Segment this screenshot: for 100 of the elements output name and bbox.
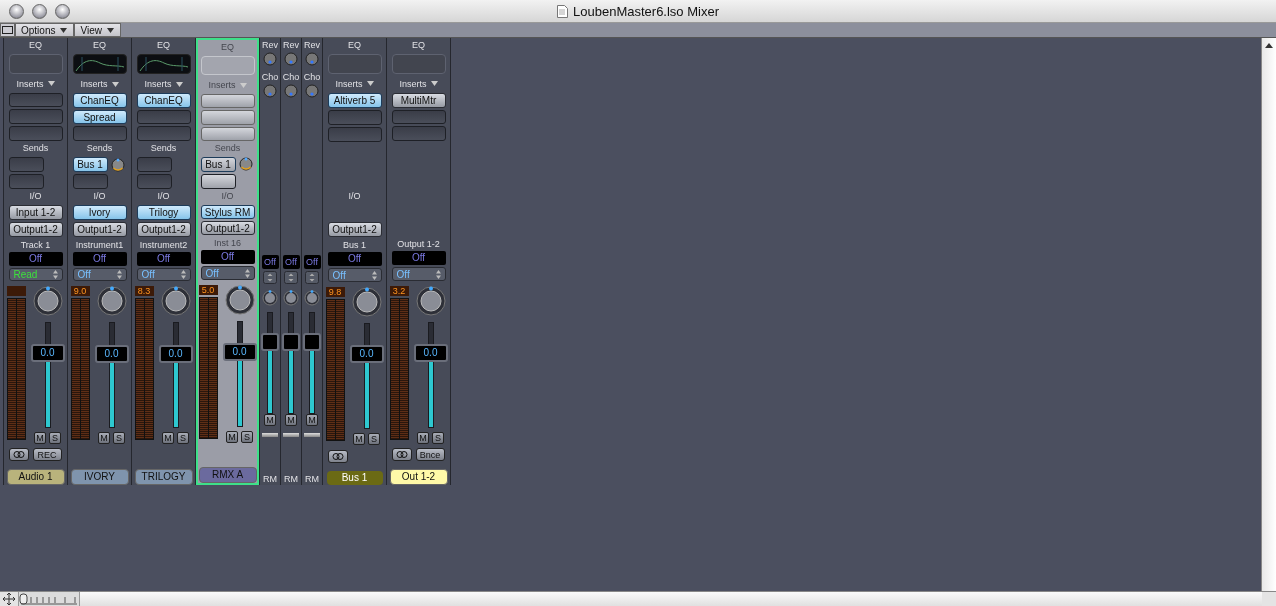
pan-knob[interactable] — [351, 287, 382, 318]
fader-thumb[interactable] — [261, 333, 279, 351]
channel-strip[interactable]: EQ Inserts ChanEQ Sends I/O Trilogy Output1-2 Instrument2 Off Off 8.3 0.0 M S TRILOGY — [132, 38, 195, 485]
input-button[interactable]: Input 1-2 — [8, 204, 63, 220]
channel-strip[interactable]: EQ Inserts ChanEQ Spread Sends Bus 1 I/O Ivory Output1-2 Instrument1 Off Off 9.0 0.0 M S IVORY — [68, 38, 131, 485]
automation-menu[interactable]: Off — [72, 267, 127, 282]
toggle-button[interactable] — [0, 23, 15, 37]
send-knob[interactable] — [305, 52, 319, 66]
insert-slot[interactable] — [136, 126, 191, 142]
mute-button[interactable]: M — [264, 414, 276, 426]
channel-strip[interactable]: EQ Inserts Sends Bus 1 I/O Stylus RM Output1-2 Inst 16 Off Off 5.0 0.0 M S RMX A — [196, 38, 259, 485]
send-knob[interactable] — [284, 52, 298, 66]
channel-strip[interactable]: EQ Inserts Altiverb 5 I/O Output1-2 Bus 1 Off Off 9.8 0.0 M S Bus 1 — [323, 38, 386, 485]
mute-button[interactable]: M — [226, 430, 238, 443]
link-button[interactable] — [391, 448, 412, 462]
solo-button[interactable]: S — [241, 430, 253, 443]
group-display[interactable]: Off — [303, 255, 321, 269]
mute-button[interactable]: M — [417, 432, 429, 445]
record-button[interactable]: Bnce — [415, 448, 445, 462]
insert-slot[interactable] — [200, 94, 255, 109]
group-display[interactable]: Off — [282, 255, 300, 269]
group-display[interactable]: Off — [327, 252, 382, 267]
insert-slot[interactable] — [391, 126, 446, 142]
stepper-icon[interactable] — [284, 271, 298, 284]
input-button[interactable]: Trilogy — [136, 205, 191, 220]
mute-button[interactable]: M — [285, 414, 297, 426]
automation-menu[interactable]: Off — [136, 267, 191, 282]
link-button[interactable] — [8, 448, 29, 462]
insert-slot[interactable]: Altiverb 5 — [327, 92, 382, 108]
send-knob[interactable] — [263, 52, 277, 66]
automation-menu[interactable]: Off — [327, 268, 382, 283]
menu-button[interactable]: View — [74, 23, 121, 37]
insert-slot[interactable] — [327, 109, 382, 125]
automation-menu[interactable]: Read — [8, 267, 63, 282]
insert-slot[interactable]: Spread — [72, 109, 127, 125]
zoom-button[interactable] — [55, 3, 70, 19]
mute-button[interactable]: M — [98, 432, 110, 445]
minimize-button[interactable] — [32, 3, 47, 19]
insert-slot[interactable] — [327, 126, 382, 142]
pan-knob[interactable] — [304, 290, 320, 306]
menu-button[interactable]: Options — [15, 23, 75, 37]
insert-slot[interactable]: ChanEQ — [136, 93, 191, 108]
solo-button[interactable]: S — [368, 433, 380, 446]
pan-knob[interactable] — [96, 286, 127, 317]
vertical-scrollbar[interactable] — [1261, 38, 1276, 591]
channel-name[interactable]: Audio 1 — [6, 469, 65, 486]
link-button[interactable] — [327, 450, 348, 464]
insert-slot[interactable] — [391, 109, 446, 125]
group-display[interactable]: Off — [261, 255, 279, 269]
stepper-icon[interactable] — [305, 271, 319, 284]
channel-name[interactable]: TRILOGY — [134, 469, 193, 485]
output-button[interactable]: Output1-2 — [72, 221, 127, 237]
pan-knob[interactable] — [283, 290, 299, 306]
solo-button[interactable]: S — [113, 432, 125, 445]
insert-slot[interactable] — [8, 126, 63, 141]
send-knob[interactable] — [284, 84, 298, 98]
group-display[interactable]: Off — [391, 251, 446, 266]
send-slot[interactable]: Bus 1 — [72, 157, 108, 173]
automation-menu[interactable]: Off — [391, 267, 446, 282]
group-display[interactable]: Off — [136, 251, 191, 266]
channel-name[interactable]: RMX A — [198, 467, 257, 483]
channel-name[interactable]: Out 1-2 — [389, 468, 448, 485]
output-button[interactable]: Output1-2 — [8, 221, 63, 237]
fader-thumb[interactable] — [303, 333, 321, 351]
mute-button[interactable]: M — [353, 433, 365, 446]
fader-value[interactable]: 0.0 — [349, 345, 384, 364]
insert-slot[interactable] — [72, 126, 127, 142]
input-button[interactable]: Stylus RM — [200, 204, 255, 220]
move-icon[interactable] — [0, 592, 18, 606]
solo-button[interactable]: S — [49, 432, 61, 445]
fader-thumb[interactable] — [282, 333, 300, 351]
insert-slot[interactable] — [8, 92, 63, 108]
pan-knob[interactable] — [415, 286, 446, 317]
record-button[interactable]: REC — [32, 448, 62, 462]
output-button[interactable]: Output1-2 — [136, 221, 191, 237]
pan-knob[interactable] — [160, 286, 191, 317]
send-slot[interactable] — [200, 173, 236, 189]
automation-menu[interactable]: Off — [200, 266, 255, 280]
mute-button[interactable]: M — [34, 432, 46, 445]
pan-knob[interactable] — [32, 286, 63, 317]
pan-knob[interactable] — [224, 284, 255, 315]
send-knob[interactable] — [110, 157, 125, 172]
mute-button[interactable]: M — [162, 432, 174, 445]
send-slot[interactable]: Bus 1 — [200, 156, 236, 172]
eq-display[interactable] — [72, 54, 127, 74]
eq-display[interactable] — [136, 54, 191, 74]
pan-knob[interactable] — [262, 290, 278, 306]
insert-slot[interactable] — [136, 109, 191, 125]
group-display[interactable]: Off — [72, 251, 127, 266]
send-knob[interactable] — [238, 157, 253, 172]
insert-slot[interactable] — [200, 126, 255, 141]
channel-strip[interactable]: EQ Inserts MultiMtr Output 1-2 Off Off 3.2 0.0 M S Bnce Out 1-2 — [387, 38, 450, 485]
solo-button[interactable]: S — [177, 432, 189, 445]
fader-value[interactable]: 0.0 — [94, 344, 129, 363]
insert-slot[interactable]: ChanEQ — [72, 93, 127, 108]
output-button[interactable]: Output1-2 — [327, 222, 382, 238]
channel-name[interactable]: IVORY — [70, 469, 129, 485]
zoom-slider[interactable] — [18, 592, 80, 606]
fader-value[interactable]: 0.0 — [30, 344, 65, 363]
close-button[interactable] — [9, 3, 24, 19]
